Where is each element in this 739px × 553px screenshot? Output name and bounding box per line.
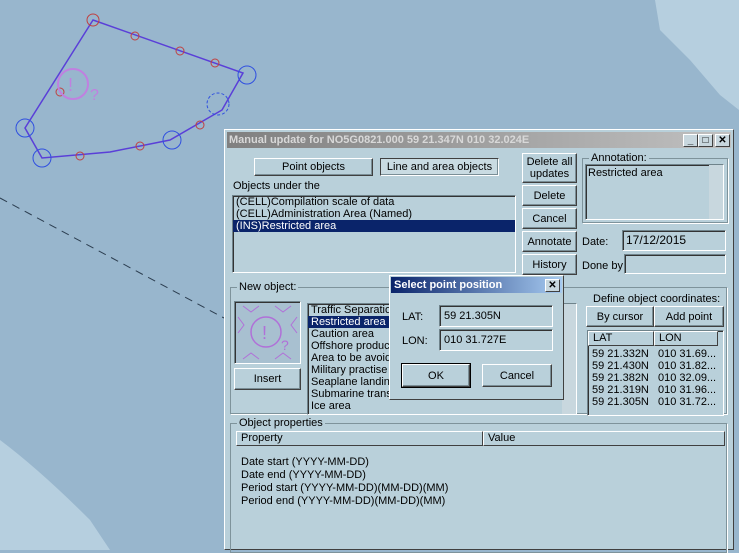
svg-text:?: ? [90,87,99,104]
new-object-label: New object: [237,281,299,293]
list-item[interactable]: Ice area [308,400,576,412]
property-row[interactable]: Date end (YYYY-MM-DD) [241,469,448,482]
annotation-label: Annotation: [589,152,649,164]
lat-header[interactable]: LAT [588,331,654,346]
list-item[interactable]: (INS)Restricted area [233,220,515,232]
lat-cell: 59 21.319N [592,384,649,396]
popup-close-button[interactable]: ✕ [545,279,560,292]
scrollbar[interactable] [562,304,576,414]
lon-cell: 010 32.09... [658,372,717,384]
object-properties-label: Object properties [237,417,325,429]
popup-cancel-button[interactable]: Cancel [482,364,552,387]
annotation-group: Annotation: Restricted area [582,152,728,223]
lon-field[interactable]: 010 31.727E [439,329,553,351]
lat-cell: 59 21.332N [592,348,649,360]
annotation-text: Restricted area [588,167,663,179]
maximize-button[interactable]: □ [698,134,713,147]
scrollbar[interactable] [709,165,723,219]
property-row[interactable]: Period start (YYYY-MM-DD)(MM-DD)(MM) [241,482,448,495]
add-point-button[interactable]: Add point [654,306,724,327]
list-item[interactable]: (CELL)Administration Area (Named) [233,208,515,220]
objects-list[interactable]: (CELL)Compilation scale of data (CELL)Ad… [232,195,516,273]
lon-cell: 010 31.72... [658,396,717,408]
popup-title-bar[interactable]: Select point position [391,277,562,293]
window-title: Manual update for NO5G0821.000 59 21.347… [229,134,530,146]
cancel-button[interactable]: Cancel [522,208,577,229]
lon-cell: 010 31.69... [658,348,717,360]
lat-cell: 59 21.430N [592,360,649,372]
shore-area [0,440,110,550]
objects-label: Objects under the [233,180,320,192]
svg-text:!: ! [68,75,73,95]
svg-text:!: ! [262,323,267,343]
lon-cell: 010 31.96... [658,384,717,396]
minimize-button[interactable]: _ [683,134,698,147]
lon-label: LON: [402,335,428,347]
by-cursor-button[interactable]: By cursor [586,306,654,327]
object-properties-group: Object properties Property Value Date st… [230,417,727,553]
dashed-boundary [0,197,225,319]
done-by-field[interactable] [624,254,726,274]
insert-button[interactable]: Insert [234,368,301,390]
coordinate-row[interactable]: 59 21.382N 010 32.09... [592,372,716,384]
property-row[interactable]: Date start (YYYY-MM-DD) [241,456,448,469]
lat-cell: 59 21.305N [592,396,649,408]
coordinate-row[interactable]: 59 21.430N 010 31.82... [592,360,716,372]
tab-point-objects[interactable]: Point objects [254,158,373,176]
date-field[interactable]: 17/12/2015 [622,230,726,251]
coordinate-row[interactable]: 59 21.332N 010 31.69... [592,348,716,360]
delete-button[interactable]: Delete [522,185,577,206]
coordinates-list[interactable]: LAT LON 59 21.332N 010 31.69... 59 21.430N… [587,330,724,416]
tab-line-area-objects[interactable]: Line and area objects [380,158,499,176]
lat-label: LAT: [402,311,424,323]
history-button[interactable]: History [522,254,577,275]
lon-cell: 010 31.82... [658,360,717,372]
done-by-label: Done by: [582,260,627,272]
ok-button[interactable]: OK [401,363,471,388]
property-header[interactable]: Property [236,431,483,446]
restricted-area-icon: !? [234,301,301,364]
restricted-area-symbol: !? [57,68,99,104]
svg-text:?: ? [281,337,289,353]
coordinate-row[interactable]: 59 21.305N 010 31.72... [592,396,716,408]
value-header[interactable]: Value [483,431,725,446]
lat-cell: 59 21.382N [592,372,649,384]
select-point-dialog: Select point position ✕ LAT: 59 21.305N … [389,275,564,400]
title-bar[interactable]: Manual update for NO5G0821.000 59 21.347… [227,132,731,148]
annotate-button[interactable]: Annotate [522,231,577,252]
date-label: Date: [582,236,609,248]
popup-title: Select point position [394,279,503,291]
close-button[interactable]: ✕ [715,134,730,147]
list-item[interactable]: (CELL)Compilation scale of data [233,196,515,208]
coordinate-row[interactable]: 59 21.319N 010 31.96... [592,384,716,396]
lat-field[interactable]: 59 21.305N [439,305,553,327]
property-row[interactable]: Period end (YYYY-MM-DD)(MM-DD)(MM) [241,495,448,508]
define-coords-label: Define object coordinates: [593,293,721,305]
annotation-textarea[interactable]: Restricted area [585,164,724,220]
shore-area [655,0,739,110]
delete-all-updates-button[interactable]: Delete all updates [522,153,577,183]
lon-header[interactable]: LON [654,331,718,346]
